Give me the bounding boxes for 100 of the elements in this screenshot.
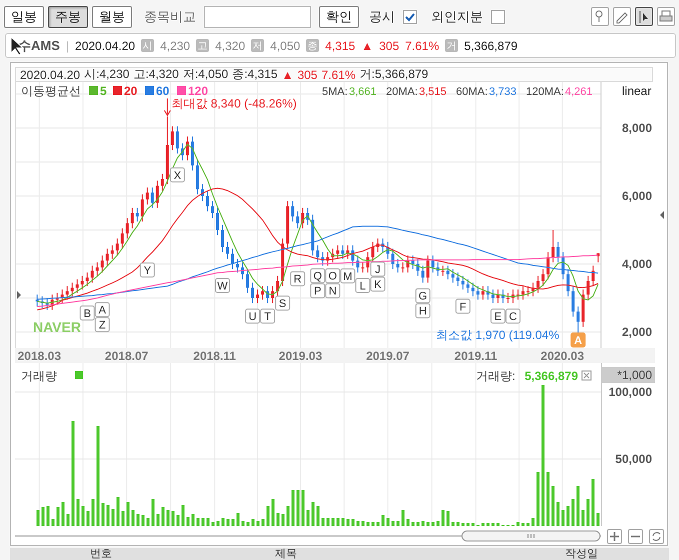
volume-bar bbox=[486, 523, 490, 526]
arrow-right-icon[interactable] bbox=[17, 291, 21, 299]
arrow-left-icon[interactable] bbox=[658, 211, 664, 219]
event-marker[interactable]: O bbox=[325, 268, 340, 284]
volume-bar bbox=[122, 511, 124, 526]
field-tag: 저 bbox=[251, 39, 264, 52]
y-axis-label: 100,000 bbox=[608, 385, 652, 399]
candlestick bbox=[516, 289, 520, 300]
period-tab[interactable]: 월봉 bbox=[92, 6, 132, 28]
checkbox[interactable] bbox=[491, 10, 505, 24]
volume-bar bbox=[272, 499, 274, 526]
pencil-icon bbox=[616, 12, 628, 23]
event-marker[interactable]: E bbox=[490, 308, 506, 324]
candlestick bbox=[251, 282, 254, 304]
column-header[interactable]: 번호 bbox=[90, 548, 112, 560]
annotation: J bbox=[375, 264, 381, 276]
volume-bar bbox=[102, 503, 104, 526]
candlestick bbox=[451, 268, 454, 284]
annotation: A bbox=[98, 304, 107, 317]
ma-reading-label: 120MA: bbox=[526, 86, 564, 98]
event-marker[interactable]: T bbox=[260, 308, 276, 324]
x-axis-label: 2018.11 bbox=[193, 349, 236, 363]
volume-bar bbox=[296, 490, 300, 526]
candle-info-text: 2020.04.20 bbox=[20, 68, 80, 82]
candlestick bbox=[331, 248, 334, 263]
column-header[interactable]: 작성일 bbox=[565, 548, 598, 560]
naver-logo: NAVER bbox=[33, 319, 81, 335]
ma-reading-value: 3,733 bbox=[489, 86, 517, 98]
event-marker[interactable]: Q bbox=[310, 268, 326, 284]
checkbox-label: 외인지분 bbox=[431, 8, 483, 26]
event-marker[interactable]: X bbox=[170, 167, 185, 182]
compare-input-field[interactable] bbox=[204, 6, 311, 28]
candlestick bbox=[446, 265, 450, 280]
printer-icon bbox=[660, 10, 672, 21]
zoom-in-button[interactable] bbox=[607, 528, 622, 544]
event-marker[interactable]: B bbox=[80, 306, 95, 321]
close-icon[interactable] bbox=[582, 370, 592, 380]
event-marker[interactable]: G bbox=[415, 288, 430, 304]
cursor-tool-button[interactable] bbox=[635, 7, 653, 26]
candlestick bbox=[572, 286, 575, 318]
volume-bar bbox=[412, 522, 414, 526]
volume-bar bbox=[52, 519, 54, 526]
confirm-button[interactable]: 확인 bbox=[319, 6, 359, 28]
zoom-out-button[interactable] bbox=[628, 528, 643, 544]
period-tab[interactable]: 주봉 bbox=[48, 6, 88, 28]
checkbox[interactable] bbox=[403, 10, 417, 24]
print-tool-button[interactable] bbox=[657, 7, 675, 26]
volume-bar bbox=[176, 515, 180, 526]
volume-bar bbox=[312, 502, 314, 526]
volume-reading-value: 5,366,879 bbox=[524, 369, 578, 383]
volume-bar bbox=[222, 518, 224, 526]
event-marker[interactable]: H bbox=[415, 303, 430, 318]
candlestick bbox=[130, 207, 134, 229]
event-marker[interactable]: U bbox=[245, 308, 260, 324]
volume-bar bbox=[212, 522, 214, 526]
event-marker[interactable]: S bbox=[275, 296, 290, 311]
legend-label: 60 bbox=[156, 84, 170, 98]
field-tag: 거 bbox=[445, 39, 458, 52]
event-marker[interactable]: P bbox=[310, 283, 326, 298]
pin-tool-button[interactable] bbox=[591, 7, 609, 26]
event-marker[interactable]: C bbox=[506, 308, 520, 324]
event-marker[interactable]: W bbox=[215, 278, 230, 293]
candlestick bbox=[431, 255, 434, 273]
cursor-icon bbox=[640, 10, 648, 23]
event-marker[interactable]: R bbox=[290, 271, 306, 286]
volume-bar bbox=[562, 510, 564, 526]
candlestick bbox=[376, 238, 380, 253]
annotation: E bbox=[494, 311, 502, 324]
candlestick bbox=[321, 252, 324, 266]
event-marker[interactable]: A bbox=[94, 302, 110, 318]
annotation: F bbox=[460, 301, 467, 314]
event-marker[interactable]: K bbox=[370, 276, 386, 292]
x-axis-label: 2018.07 bbox=[104, 349, 148, 363]
pencil-tool-button[interactable] bbox=[613, 7, 631, 26]
volume-bar bbox=[252, 519, 254, 526]
candlestick bbox=[421, 265, 424, 284]
candlestick bbox=[456, 272, 460, 287]
event-marker[interactable]: J bbox=[370, 262, 386, 277]
annotation: K bbox=[374, 279, 382, 292]
x-axis-label: 2019.11 bbox=[454, 349, 498, 363]
volume-bar bbox=[396, 521, 400, 526]
event-marker[interactable]: M bbox=[340, 268, 356, 284]
candlestick bbox=[586, 275, 590, 300]
volume-bar bbox=[276, 513, 280, 526]
scrollbar-thumb[interactable] bbox=[462, 530, 600, 542]
candlestick bbox=[200, 184, 204, 202]
candlestick bbox=[281, 238, 284, 287]
period-tab[interactable]: 일봉 bbox=[4, 6, 44, 28]
event-marker[interactable]: N bbox=[325, 283, 340, 298]
candlestick bbox=[296, 210, 300, 229]
event-marker[interactable]: Y bbox=[140, 262, 155, 278]
candlestick bbox=[391, 248, 394, 270]
event-marker[interactable]: Z bbox=[94, 317, 110, 332]
event-marker[interactable]: L bbox=[355, 278, 370, 293]
refresh-button[interactable] bbox=[649, 528, 664, 544]
legend-label: 5 bbox=[100, 84, 107, 98]
volume-bar bbox=[322, 518, 324, 526]
candlestick bbox=[366, 252, 370, 273]
event-marker[interactable]: F bbox=[455, 298, 470, 314]
column-header[interactable]: 제목 bbox=[275, 548, 297, 560]
